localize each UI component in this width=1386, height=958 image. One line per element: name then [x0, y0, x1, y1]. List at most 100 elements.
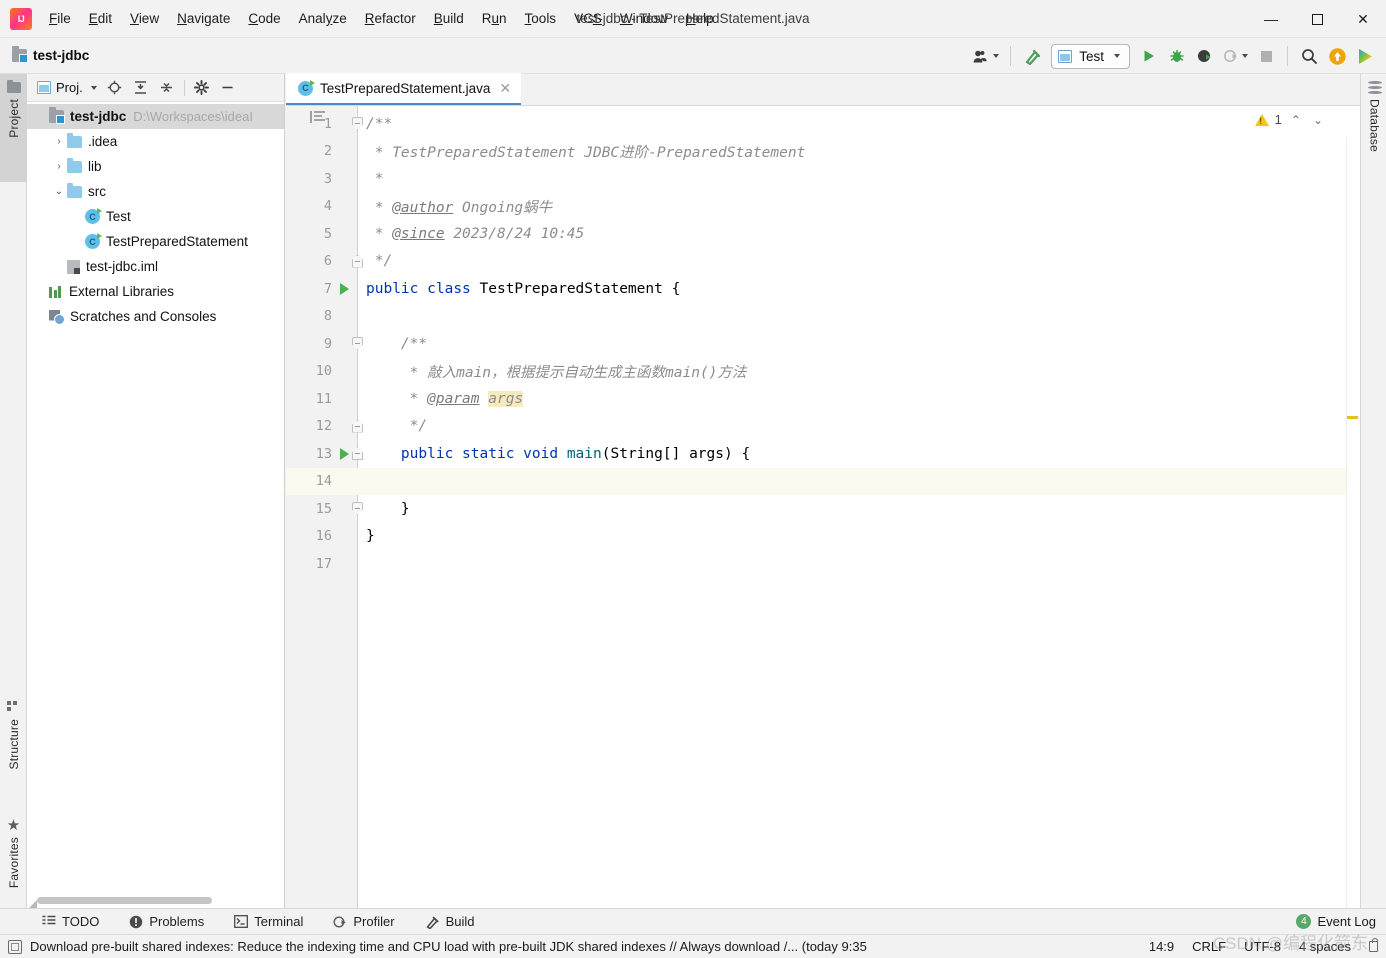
menu-item-vcs[interactable]: VCS	[565, 7, 611, 30]
favorites-tab-label: Favorites	[6, 837, 21, 889]
code-line: 9 /**	[286, 330, 1360, 358]
menu-item-window[interactable]: Window	[611, 7, 677, 30]
locate-icon[interactable]	[103, 77, 127, 99]
debug-icon[interactable]	[1164, 43, 1190, 69]
bottom-item-build[interactable]: Build	[421, 912, 479, 931]
code-fold-icon[interactable]	[352, 502, 363, 515]
gear-icon[interactable]	[190, 77, 214, 99]
bottom-item-problems[interactable]: Problems	[125, 912, 208, 931]
terminal-icon	[234, 915, 249, 928]
notification-icon[interactable]	[8, 939, 22, 954]
menu-item-help[interactable]: Help	[677, 7, 723, 30]
menu-item-analyze[interactable]: Analyze	[290, 7, 356, 30]
menu-item-tools[interactable]: Tools	[516, 7, 566, 30]
code-editor[interactable]: 1 /** 2 * TestPreparedStatement JDBC进阶-Pre…	[286, 106, 1360, 940]
breadcrumb[interactable]: test-jdbc	[12, 46, 89, 63]
code-fold-icon[interactable]	[352, 254, 363, 268]
run-configuration-selector[interactable]: Test	[1051, 43, 1130, 69]
window-controls: — ✕	[1248, 0, 1386, 38]
assistant-icon[interactable]	[1352, 43, 1378, 69]
collapse-all-icon[interactable]	[155, 77, 179, 99]
tree-item-lib[interactable]: › lib	[27, 154, 284, 179]
chevron-down-icon[interactable]: ⌄	[1310, 113, 1326, 127]
resize-handle[interactable]	[29, 900, 37, 908]
title-bar: FileEditViewNavigateCodeAnalyzeRefactorB…	[0, 0, 1386, 38]
chevron-up-icon[interactable]: ⌃	[1288, 113, 1304, 127]
line-number: 5	[323, 225, 332, 242]
line-number: 9	[323, 335, 332, 352]
line-separator[interactable]: CRLF	[1192, 939, 1226, 954]
code-fold-icon[interactable]	[352, 337, 363, 350]
line-number: 11	[315, 390, 332, 407]
line-number: 12	[315, 418, 332, 435]
file-encoding[interactable]: UTF-8	[1244, 939, 1281, 954]
bottom-item-profiler[interactable]: Profiler	[329, 912, 398, 931]
event-log-button[interactable]: 4 Event Log	[1296, 914, 1376, 929]
close-icon[interactable]: ✕	[497, 80, 513, 97]
bottom-item-terminal[interactable]: Terminal	[230, 912, 307, 931]
tab-test-prepared-statement[interactable]: C TestPreparedStatement.java ✕	[286, 73, 522, 105]
stop-icon[interactable]	[1253, 43, 1279, 69]
code-fold-icon[interactable]	[352, 117, 363, 130]
tree-item-label: test-jdbc.iml	[86, 259, 159, 274]
expand-all-icon[interactable]	[129, 77, 153, 99]
code-fold-icon[interactable]	[352, 447, 363, 460]
run-gutter-icon[interactable]	[340, 283, 349, 295]
build-hammer-icon	[426, 916, 439, 929]
chevron-right-icon[interactable]: ›	[51, 161, 67, 172]
code-text: */	[366, 418, 428, 435]
status-message[interactable]: Download pre-built shared indexes: Reduc…	[30, 939, 867, 954]
warning-marker[interactable]	[1347, 416, 1358, 419]
line-number: 6	[323, 253, 332, 270]
hammer-icon[interactable]	[1019, 43, 1045, 69]
search-everywhere-icon[interactable]	[1296, 43, 1322, 69]
tree-item-scratches-and-consoles[interactable]: ›Scratches and Consoles	[27, 304, 284, 329]
tree-item-idea[interactable]: › .idea	[27, 129, 284, 154]
lock-icon[interactable]	[1369, 938, 1378, 952]
menu-item-run[interactable]: Run	[473, 7, 516, 30]
menu-item-refactor[interactable]: Refactor	[356, 7, 425, 30]
bottom-item-todo[interactable]: TODO	[38, 912, 103, 931]
run-with-coverage-icon[interactable]	[1192, 43, 1218, 69]
maximize-button[interactable]	[1294, 0, 1340, 38]
profile-icon[interactable]	[1220, 43, 1251, 69]
run-gutter-icon[interactable]	[340, 448, 349, 460]
project-view-selector[interactable]: Proj.	[33, 78, 101, 97]
menu-item-file[interactable]: File	[40, 7, 80, 30]
panel-horizontal-scrollbar[interactable]	[37, 897, 212, 904]
folder-icon	[67, 157, 82, 173]
hide-panel-icon[interactable]	[216, 77, 240, 99]
bottom-item-label: TODO	[62, 914, 100, 929]
menu-item-navigate[interactable]: Navigate	[168, 7, 239, 30]
tree-item-test-jdbc[interactable]: ›test-jdbcD:\Workspaces\ideaI	[27, 104, 284, 129]
update-project-icon[interactable]	[1324, 43, 1350, 69]
indent-setting[interactable]: 4 spaces	[1299, 939, 1351, 954]
tree-item-src[interactable]: ⌄ src	[27, 179, 284, 204]
sidebar-item-structure[interactable]: Structure	[0, 694, 27, 802]
sidebar-item-project[interactable]: Project	[0, 74, 27, 182]
minimize-button[interactable]: —	[1248, 0, 1294, 38]
tree-item-external-libraries[interactable]: ›External Libraries	[27, 279, 284, 304]
caret-position[interactable]: 14:9	[1149, 939, 1174, 954]
menu-item-edit[interactable]: Edit	[80, 7, 121, 30]
chevron-right-icon[interactable]: ›	[51, 136, 67, 147]
sidebar-item-favorites[interactable]: ★ Favorites	[0, 812, 27, 920]
menu-item-build[interactable]: Build	[425, 7, 473, 30]
close-button[interactable]: ✕	[1340, 0, 1386, 38]
tree-item-test[interactable]: ›CTest	[27, 204, 284, 229]
tree-item-test-jdbc-iml[interactable]: ›test-jdbc.iml	[27, 254, 284, 279]
menu-item-code[interactable]: Code	[239, 7, 289, 30]
code-lines: 1 /** 2 * TestPreparedStatement JDBC进阶-Pre…	[286, 106, 1360, 908]
sidebar-item-database[interactable]: Database	[1361, 74, 1386, 184]
code-fold-icon[interactable]	[352, 419, 363, 433]
tree-item-path: D:\Workspaces\ideaI	[133, 109, 253, 124]
menu-item-view[interactable]: View	[121, 7, 168, 30]
editor-scrollbar[interactable]	[1346, 138, 1360, 940]
chevron-down-icon[interactable]: ⌄	[51, 186, 67, 197]
tree-item-testpreparedstatement[interactable]: ›CTestPreparedStatement	[27, 229, 284, 254]
line-number: 10	[315, 363, 332, 380]
external-libraries-icon	[49, 285, 63, 298]
run-icon[interactable]	[1136, 43, 1162, 69]
inspection-widget[interactable]: 1 ⌃ ⌄	[1254, 112, 1326, 127]
account-icon[interactable]	[970, 43, 1002, 69]
